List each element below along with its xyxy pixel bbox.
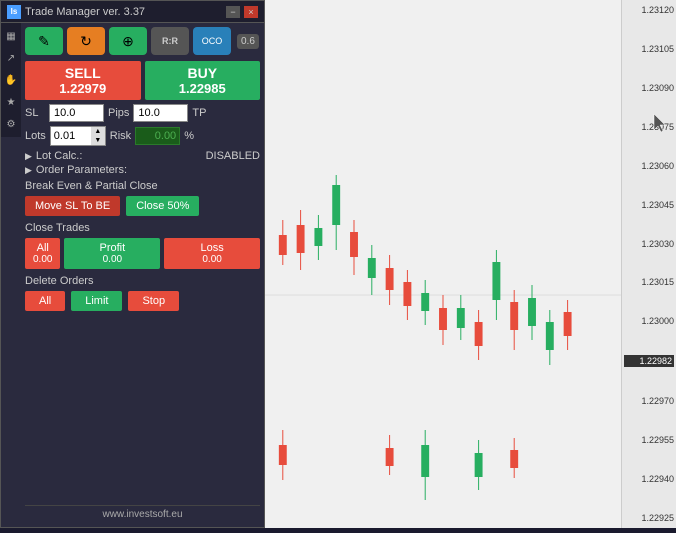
lot-calc-value: DISABLED — [206, 150, 260, 162]
sl-input[interactable] — [49, 104, 104, 122]
minimize-button[interactable]: − — [226, 6, 240, 18]
trade-manager-panel: Is Trade Manager ver. 3.37 − × ▦ ↗ ✋ ★ ⚙… — [0, 0, 265, 528]
title-text: Trade Manager ver. 3.37 — [25, 6, 145, 18]
price-axis: 1.23120 1.23105 1.23090 1.23075 1.23060 … — [621, 0, 676, 528]
close-trades-header: Close Trades — [25, 222, 260, 234]
delete-orders-header: Delete Orders — [25, 275, 260, 287]
close-50-button[interactable]: Close 50% — [126, 196, 199, 216]
main-content: ✎ ↻ ⊕ R:R OCO 0.6 SELL 1.22979 BUY 1.229… — [21, 23, 264, 527]
app-icon: Is — [7, 5, 21, 19]
buy-sell-row: SELL 1.22979 BUY 1.22985 — [25, 61, 260, 100]
tp-input[interactable] — [133, 104, 188, 122]
pencil-icon: ✎ — [38, 33, 50, 50]
close-profit-button[interactable]: Profit 0.00 — [64, 238, 160, 269]
toolbar: ✎ ↻ ⊕ R:R OCO 0.6 — [25, 27, 260, 55]
footer: www.investsoft.eu — [25, 505, 260, 523]
price-label: 1.22955 — [624, 435, 674, 445]
pct-label: % — [184, 130, 194, 142]
lots-input-wrap: ▲ ▼ — [50, 126, 106, 146]
risk-input[interactable] — [135, 127, 180, 145]
lots-row: Lots ▲ ▼ Risk % — [25, 126, 260, 146]
titlebar-left: Is Trade Manager ver. 3.37 — [7, 5, 145, 19]
price-label: 1.23000 — [624, 316, 674, 326]
price-label: 1.23030 — [624, 239, 674, 249]
chart-svg — [265, 0, 621, 528]
buy-price: 1.22985 — [151, 81, 255, 96]
move-sl-to-be-button[interactable]: Move SL To BE — [25, 196, 120, 216]
lots-arrows: ▲ ▼ — [91, 127, 105, 145]
spread-badge: 0.6 — [237, 34, 259, 49]
order-params-label: Order Parameters: — [36, 164, 127, 176]
price-label: 1.22940 — [624, 474, 674, 484]
pointer-icon[interactable]: ↗ — [4, 51, 18, 65]
titlebar-controls: − × — [226, 6, 258, 18]
lots-up-button[interactable]: ▲ — [91, 127, 105, 136]
price-label-highlight: 1.22982 — [624, 355, 674, 367]
left-icon-bar: ▦ ↗ ✋ ★ ⚙ — [1, 23, 21, 137]
price-label: 1.22970 — [624, 396, 674, 406]
sl-label: SL — [25, 107, 45, 119]
star-icon[interactable]: ★ — [4, 95, 18, 109]
gear-icon[interactable]: ⚙ — [4, 117, 18, 131]
order-params-row: ▶ Order Parameters: — [25, 164, 260, 176]
close-trades-row: All 0.00 Profit 0.00 Loss 0.00 — [25, 238, 260, 269]
close-profit-value: 0.00 — [103, 254, 122, 265]
candlestick-area — [265, 0, 621, 528]
price-label: 1.23090 — [624, 83, 674, 93]
break-even-header: Break Even & Partial Close — [25, 180, 260, 192]
delete-orders-row: All Limit Stop — [25, 291, 260, 311]
lot-calc-row: ▶ Lot Calc.: DISABLED — [25, 150, 260, 162]
close-loss-button[interactable]: Loss 0.00 — [164, 238, 260, 269]
sell-button[interactable]: SELL 1.22979 — [25, 61, 141, 100]
delete-limit-button[interactable]: Limit — [71, 291, 122, 311]
lot-calc-arrow: ▶ — [25, 151, 32, 162]
lots-input[interactable] — [51, 128, 91, 144]
price-label: 1.23015 — [624, 277, 674, 287]
close-all-button[interactable]: All 0.00 — [25, 238, 60, 269]
lot-calc-label: Lot Calc.: — [36, 150, 82, 162]
order-params-arrow: ▶ — [25, 165, 32, 176]
price-label: 1.23060 — [624, 161, 674, 171]
refresh-icon: ↻ — [80, 33, 92, 50]
hand-icon[interactable]: ✋ — [4, 73, 18, 87]
cursor-icon — [650, 112, 670, 136]
chart-icon[interactable]: ▦ — [4, 29, 18, 43]
target-button[interactable]: ⊕ — [109, 27, 147, 55]
price-label: 1.23105 — [624, 44, 674, 54]
close-loss-label: Loss — [200, 242, 223, 254]
close-all-value: 0.00 — [33, 254, 52, 265]
titlebar: Is Trade Manager ver. 3.37 − × — [1, 1, 264, 23]
sell-price: 1.22979 — [31, 81, 135, 96]
buy-label: BUY — [151, 65, 255, 81]
delete-stop-button[interactable]: Stop — [128, 291, 179, 311]
price-label: 1.23045 — [624, 200, 674, 210]
sell-label: SELL — [31, 65, 135, 81]
close-loss-value: 0.00 — [202, 254, 221, 265]
target-icon: ⊕ — [122, 33, 134, 50]
delete-all-button[interactable]: All — [25, 291, 65, 311]
close-profit-label: Profit — [100, 242, 126, 254]
price-label: 1.23120 — [624, 5, 674, 15]
rr-button[interactable]: R:R — [151, 27, 189, 55]
pencil-button[interactable]: ✎ — [25, 27, 63, 55]
tp-label: TP — [192, 107, 212, 119]
risk-label: Risk — [110, 130, 131, 142]
break-even-actions: Move SL To BE Close 50% — [25, 196, 260, 216]
sltp-row: SL Pips TP — [25, 104, 260, 122]
chart-area: 1.23120 1.23105 1.23090 1.23075 1.23060 … — [265, 0, 676, 528]
refresh-button[interactable]: ↻ — [67, 27, 105, 55]
price-label: 1.22925 — [624, 513, 674, 523]
close-button[interactable]: × — [244, 6, 258, 18]
close-all-label: All — [37, 242, 49, 254]
pips-label: Pips — [108, 107, 129, 119]
buy-button[interactable]: BUY 1.22985 — [145, 61, 261, 100]
lots-down-button[interactable]: ▼ — [91, 136, 105, 145]
lots-label: Lots — [25, 130, 46, 142]
oco-button[interactable]: OCO — [193, 27, 231, 55]
